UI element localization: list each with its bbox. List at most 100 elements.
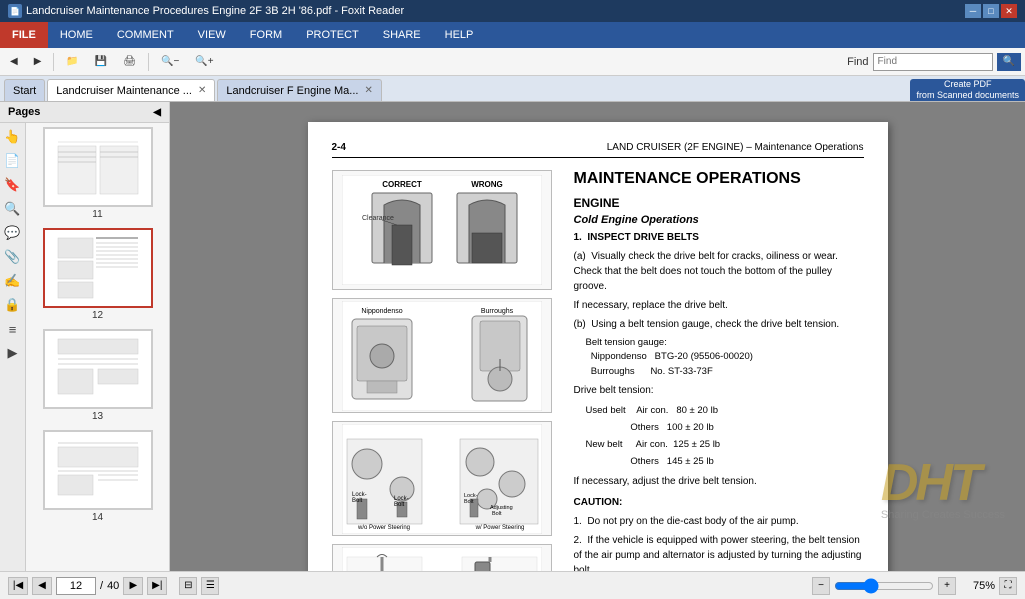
- svg-text:Nippondenso: Nippondenso: [361, 308, 402, 315]
- fullscreen-icon[interactable]: ⛶: [999, 577, 1017, 595]
- zoom-in-icon[interactable]: +: [938, 577, 956, 595]
- nav-prev-button[interactable]: ◀: [32, 577, 52, 595]
- diagram-belt-seating: CORRECT WRONG Clearance: [332, 170, 552, 290]
- create-pdf-button[interactable]: Create PDFfrom Scanned documents: [910, 79, 1025, 101]
- forward-button[interactable]: ▶: [28, 54, 48, 69]
- zoom-out-icon[interactable]: −: [812, 577, 830, 595]
- print-button[interactable]: 🖨: [117, 54, 142, 69]
- doc-tab-start[interactable]: Start: [4, 79, 45, 101]
- page-thumb-13[interactable]: 13: [30, 329, 165, 422]
- back-button[interactable]: ◀: [4, 54, 24, 69]
- zoom-value: 75%: [960, 580, 995, 592]
- tab-main-close[interactable]: ✕: [198, 85, 206, 96]
- page-num-12: 12: [30, 310, 165, 321]
- sidebar-collapse-button[interactable]: ◀: [153, 107, 161, 118]
- page-num-13: 13: [30, 411, 165, 422]
- window-controls[interactable]: ─ □ ✕: [965, 4, 1017, 18]
- section1-header: 1. INSPECT DRIVE BELTS: [574, 230, 864, 245]
- diagram-adjustment: w/o Power Steering Lock- Bolt Lock- Bolt: [332, 421, 552, 536]
- tab-view[interactable]: VIEW: [186, 22, 238, 48]
- tension-table: Used belt Air con. 80 ± 20 lb Others 100…: [586, 402, 864, 470]
- gauge-info: Belt tension gauge: Nippondenso BTG-20 (…: [586, 336, 864, 379]
- tab-bar: Start Landcruiser Maintenance ... ✕ Land…: [0, 76, 1025, 102]
- sidebar-tool-bookmarks[interactable]: 🔖: [3, 175, 23, 195]
- find-button[interactable]: 🔍: [997, 53, 1021, 71]
- sidebar-tool-search[interactable]: 🔍: [3, 199, 23, 219]
- content-columns: CORRECT WRONG Clearance: [332, 170, 864, 571]
- page-thumb-14[interactable]: 14: [30, 430, 165, 523]
- page-number-input[interactable]: [56, 577, 96, 595]
- find-input[interactable]: [873, 53, 993, 71]
- sidebar-header: Pages ◀: [0, 102, 169, 123]
- dht-logo-text: DHT: [881, 457, 1005, 509]
- sidebar-tool-attach[interactable]: 📎: [3, 247, 23, 267]
- ribbon-tabs: FILE HOME COMMENT VIEW FORM PROTECT SHAR…: [0, 22, 1025, 48]
- doc-area[interactable]: 2-4 LAND CRUISER (2F ENGINE) – Maintenan…: [170, 102, 1025, 571]
- svg-text:CORRECT: CORRECT: [382, 180, 422, 189]
- dht-subtext: Sharing Creates Success: [881, 509, 1005, 521]
- tab-engine-close[interactable]: ✕: [364, 85, 372, 96]
- single-page-icon[interactable]: ⊟: [179, 577, 197, 595]
- sidebar-tool-sign[interactable]: ✍: [3, 271, 23, 291]
- close-button[interactable]: ✕: [1001, 4, 1017, 18]
- doc-tab-main[interactable]: Landcruiser Maintenance ... ✕: [47, 79, 215, 101]
- sidebar-tool-hand[interactable]: 👆: [3, 127, 23, 147]
- sidebar-tool-comments[interactable]: 💬: [3, 223, 23, 243]
- zoom-in-button[interactable]: 🔍+: [189, 54, 219, 69]
- tab-help[interactable]: HELP: [433, 22, 486, 48]
- nav-first-button[interactable]: |◀: [8, 577, 28, 595]
- tab-main-label: Landcruiser Maintenance ...: [56, 85, 192, 97]
- main-area: Pages ◀ 👆 📄 🔖 🔍 💬 📎 ✍ 🔒 ≡ ▶: [0, 102, 1025, 571]
- page-thumb-img-13: [43, 329, 153, 409]
- page-thumb-img-12: [43, 228, 153, 308]
- toolbar-separator-1: [53, 53, 54, 71]
- svg-text:w/o Power Steering: w/o Power Steering: [356, 525, 409, 531]
- svg-text:Bolt: Bolt: [394, 502, 405, 508]
- find-label: Find: [847, 56, 868, 68]
- sidebar-tool-pages[interactable]: 📄: [3, 151, 23, 171]
- zoom-out-button[interactable]: 🔍−: [155, 54, 185, 69]
- doc-page: 2-4 LAND CRUISER (2F ENGINE) – Maintenan…: [308, 122, 888, 571]
- section1-note1: If necessary, replace the drive belt.: [574, 298, 864, 313]
- zoom-slider[interactable]: [834, 578, 934, 594]
- nav-next-button[interactable]: ▶: [123, 577, 143, 595]
- tab-file[interactable]: FILE: [0, 22, 48, 48]
- toolbar: ◀ ▶ 📁 💾 🖨 🔍− 🔍+ Find 🔍: [0, 48, 1025, 76]
- page-num-14: 14: [30, 512, 165, 523]
- continuous-page-icon[interactable]: ☰: [201, 577, 219, 595]
- svg-text:w/ Power Steering: w/ Power Steering: [474, 525, 524, 531]
- page-num-11: 11: [30, 209, 165, 220]
- title-bar-left: 📄 Landcruiser Maintenance Procedures Eng…: [8, 4, 404, 18]
- minimize-button[interactable]: ─: [965, 4, 981, 18]
- sidebar-tool-layers[interactable]: ≡: [3, 319, 23, 339]
- left-diagrams: CORRECT WRONG Clearance: [332, 170, 562, 571]
- open-button[interactable]: 📁: [60, 54, 84, 69]
- bottom-bar: |◀ ◀ / 40 ▶ ▶| ⊟ ☰ − + 75% ⛶: [0, 571, 1025, 599]
- maximize-button[interactable]: □: [983, 4, 999, 18]
- tab-comment[interactable]: COMMENT: [105, 22, 186, 48]
- ribbon: FILE HOME COMMENT VIEW FORM PROTECT SHAR…: [0, 22, 1025, 48]
- nav-last-button[interactable]: ▶|: [147, 577, 167, 595]
- page-thumb-12[interactable]: 12: [30, 228, 165, 321]
- sidebar: Pages ◀ 👆 📄 🔖 🔍 💬 📎 ✍ 🔒 ≡ ▶: [0, 102, 170, 571]
- svg-text:WRONG: WRONG: [471, 180, 503, 189]
- tension-header: Drive belt tension:: [574, 383, 864, 398]
- title-bar: 📄 Landcruiser Maintenance Procedures Eng…: [0, 0, 1025, 22]
- cold-engine-title: Cold Engine Operations: [574, 214, 864, 226]
- tab-protect[interactable]: PROTECT: [294, 22, 371, 48]
- app-icon: 📄: [8, 4, 22, 18]
- tab-form[interactable]: FORM: [238, 22, 294, 48]
- page-thumb-img-14: [43, 430, 153, 510]
- sidebar-tool-lock[interactable]: 🔒: [3, 295, 23, 315]
- svg-text:Bolt: Bolt: [492, 511, 502, 517]
- tab-share[interactable]: SHARE: [371, 22, 433, 48]
- doc-tab-engine[interactable]: Landcruiser F Engine Ma... ✕: [217, 79, 381, 101]
- page-thumb-11[interactable]: 11: [30, 127, 165, 220]
- engine-title: ENGINE: [574, 196, 864, 210]
- tab-home[interactable]: HOME: [48, 22, 105, 48]
- page-separator: /: [100, 580, 103, 592]
- sidebar-tool-actions[interactable]: ▶: [3, 343, 23, 363]
- save-button[interactable]: 💾: [89, 54, 113, 69]
- sidebar-title: Pages: [8, 106, 40, 118]
- caution-header: CAUTION:: [574, 495, 864, 510]
